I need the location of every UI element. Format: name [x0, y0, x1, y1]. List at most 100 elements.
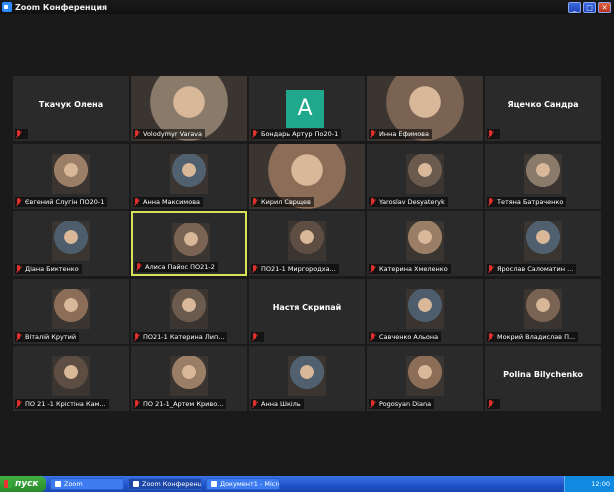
taskbar-item-word[interactable]: Документ1 - Microso...: [206, 478, 280, 490]
participant-video: [406, 356, 444, 396]
participant-name-large: Ткачук Олена: [38, 100, 104, 109]
participant-name: ПО 21-1_Артем Криво...: [143, 400, 224, 408]
muted-mic-icon: [487, 197, 495, 207]
participant-avatar: A: [286, 90, 324, 128]
participant-tile[interactable]: Ткачук Олена: [13, 76, 129, 141]
participant-namebar: Анна Шкіль: [251, 399, 304, 409]
participant-namebar: Volodymyr Varava: [133, 129, 206, 139]
participant-video: [524, 221, 562, 261]
participant-name: Мокрий Владислав П...: [497, 333, 576, 341]
participant-video: [406, 154, 444, 194]
participant-namebar: [487, 129, 500, 139]
zoom-app-icon: [133, 481, 139, 487]
muted-mic-icon: [133, 197, 141, 207]
participant-tile[interactable]: Ярослав Саломатин ...: [485, 211, 601, 276]
participant-name: Віталій Крутий: [25, 333, 77, 341]
participant-tile[interactable]: Настя Скрипай: [249, 279, 365, 344]
muted-mic-icon: [15, 197, 23, 207]
participant-namebar: Pogosyan Diana: [369, 399, 435, 409]
muted-mic-icon: [487, 399, 495, 409]
participant-namebar: Тетяна Батраченко: [487, 197, 567, 207]
participant-name: Діана Биктенко: [25, 265, 79, 273]
participant-tile[interactable]: ПО21-1 Миргородха...: [249, 211, 365, 276]
participant-tile[interactable]: Діана Биктенко: [13, 211, 129, 276]
participant-namebar: Віталій Крутий: [15, 332, 80, 342]
window-title: Zoom Конференция: [15, 2, 108, 12]
participant-name: ПО 21 -1 Крістіна Кам...: [25, 400, 106, 408]
participant-namebar: Бондарь Артур По20-1: [251, 129, 342, 139]
participant-video: [52, 356, 90, 396]
participant-tile[interactable]: ПО 21 -1 Крістіна Кам...: [13, 346, 129, 411]
muted-mic-icon: [369, 197, 377, 207]
participant-tile[interactable]: Катерина Хмеленко: [367, 211, 483, 276]
participant-name-large: Яцечко Сандра: [507, 100, 579, 109]
participant-video: [406, 221, 444, 261]
muted-mic-icon: [15, 264, 23, 274]
participant-name: Инна Ефимова: [379, 130, 429, 138]
participant-name: Алиса Пайос ПО21-2: [145, 263, 215, 271]
participant-name: Бондарь Артур По20-1: [261, 130, 339, 138]
taskbar-item-zoom-meeting[interactable]: Zoom Конференция: [128, 478, 202, 490]
participant-namebar: Кирил Сврщев: [251, 197, 314, 207]
muted-mic-icon: [251, 264, 259, 274]
participant-name: Євгений Слугін ПО20-1: [25, 198, 105, 206]
participant-name: ПО21-1 Катерина Лип...: [143, 333, 225, 341]
zoom-app-icon: [55, 481, 61, 487]
participant-namebar: Діана Биктенко: [15, 264, 82, 274]
participant-tile[interactable]: ПО21-1 Катерина Лип...: [131, 279, 247, 344]
participant-video: [288, 221, 326, 261]
zoom-icon: [2, 2, 12, 12]
participant-namebar: ПО 21 -1 Крістіна Кам...: [15, 399, 109, 409]
taskbar-item-zoom[interactable]: Zoom: [50, 478, 124, 490]
participant-namebar: Катерина Хмеленко: [369, 264, 451, 274]
muted-mic-icon: [251, 399, 259, 409]
participant-tile[interactable]: Анна Максимова: [131, 144, 247, 209]
clock: 12:00: [591, 480, 610, 488]
maximize-button[interactable]: □: [583, 1, 596, 13]
participant-namebar: Євгений Слугін ПО20-1: [15, 197, 108, 207]
participant-tile[interactable]: ПО 21-1_Артем Криво...: [131, 346, 247, 411]
participant-tile[interactable]: Яцечко Сандра: [485, 76, 601, 141]
participant-video: [524, 154, 562, 194]
participant-tile[interactable]: Мокрий Владислав П...: [485, 279, 601, 344]
participant-video: [170, 356, 208, 396]
muted-mic-icon: [15, 129, 23, 139]
participant-tile[interactable]: Polina Bilychenko: [485, 346, 601, 411]
windows-flag-icon: [4, 480, 12, 488]
muted-mic-icon: [251, 197, 259, 207]
participant-video: [406, 289, 444, 329]
participant-tile[interactable]: Анна Шкіль: [249, 346, 365, 411]
participant-tile[interactable]: Pogosyan Diana: [367, 346, 483, 411]
start-button[interactable]: пуск: [0, 476, 46, 492]
muted-mic-icon: [369, 129, 377, 139]
participant-tile[interactable]: Євгений Слугін ПО20-1: [13, 144, 129, 209]
participant-namebar: Yaroslav Desyateryk: [369, 197, 448, 207]
participant-tile[interactable]: Алиса Пайос ПО21-2: [131, 211, 247, 276]
participant-tile[interactable]: Тетяна Батраченко: [485, 144, 601, 209]
participant-name: Савченко Альона: [379, 333, 439, 341]
muted-mic-icon: [369, 264, 377, 274]
participant-tile[interactable]: Volodymyr Varava: [131, 76, 247, 141]
muted-mic-icon: [369, 399, 377, 409]
participant-namebar: ПО 21-1_Артем Криво...: [133, 399, 227, 409]
minimize-button[interactable]: _: [568, 1, 581, 13]
participant-tile[interactable]: Инна Ефимова: [367, 76, 483, 141]
participant-tile[interactable]: A Бондарь Артур По20-1: [249, 76, 365, 141]
participant-name: Кирил Сврщев: [261, 198, 311, 206]
participant-name: Pogosyan Diana: [379, 400, 432, 408]
participant-name: Анна Максимова: [143, 198, 201, 206]
participant-name: Тетяна Батраченко: [497, 198, 564, 206]
participant-namebar: Савченко Альона: [369, 332, 442, 342]
close-button[interactable]: ✕: [598, 1, 611, 13]
participant-namebar: Ярослав Саломатин ...: [487, 264, 577, 274]
participant-name: Yaroslav Desyateryk: [379, 198, 445, 206]
muted-mic-icon: [15, 399, 23, 409]
participant-tile[interactable]: Віталій Крутий: [13, 279, 129, 344]
word-app-icon: [211, 481, 217, 487]
participant-tile[interactable]: Савченко Альона: [367, 279, 483, 344]
muted-mic-icon: [133, 399, 141, 409]
participant-tile[interactable]: Кирил Сврщев: [249, 144, 365, 209]
participant-name-large: Настя Скрипай: [272, 303, 342, 312]
participant-namebar: Мокрий Владислав П...: [487, 332, 579, 342]
participant-tile[interactable]: Yaroslav Desyateryk: [367, 144, 483, 209]
